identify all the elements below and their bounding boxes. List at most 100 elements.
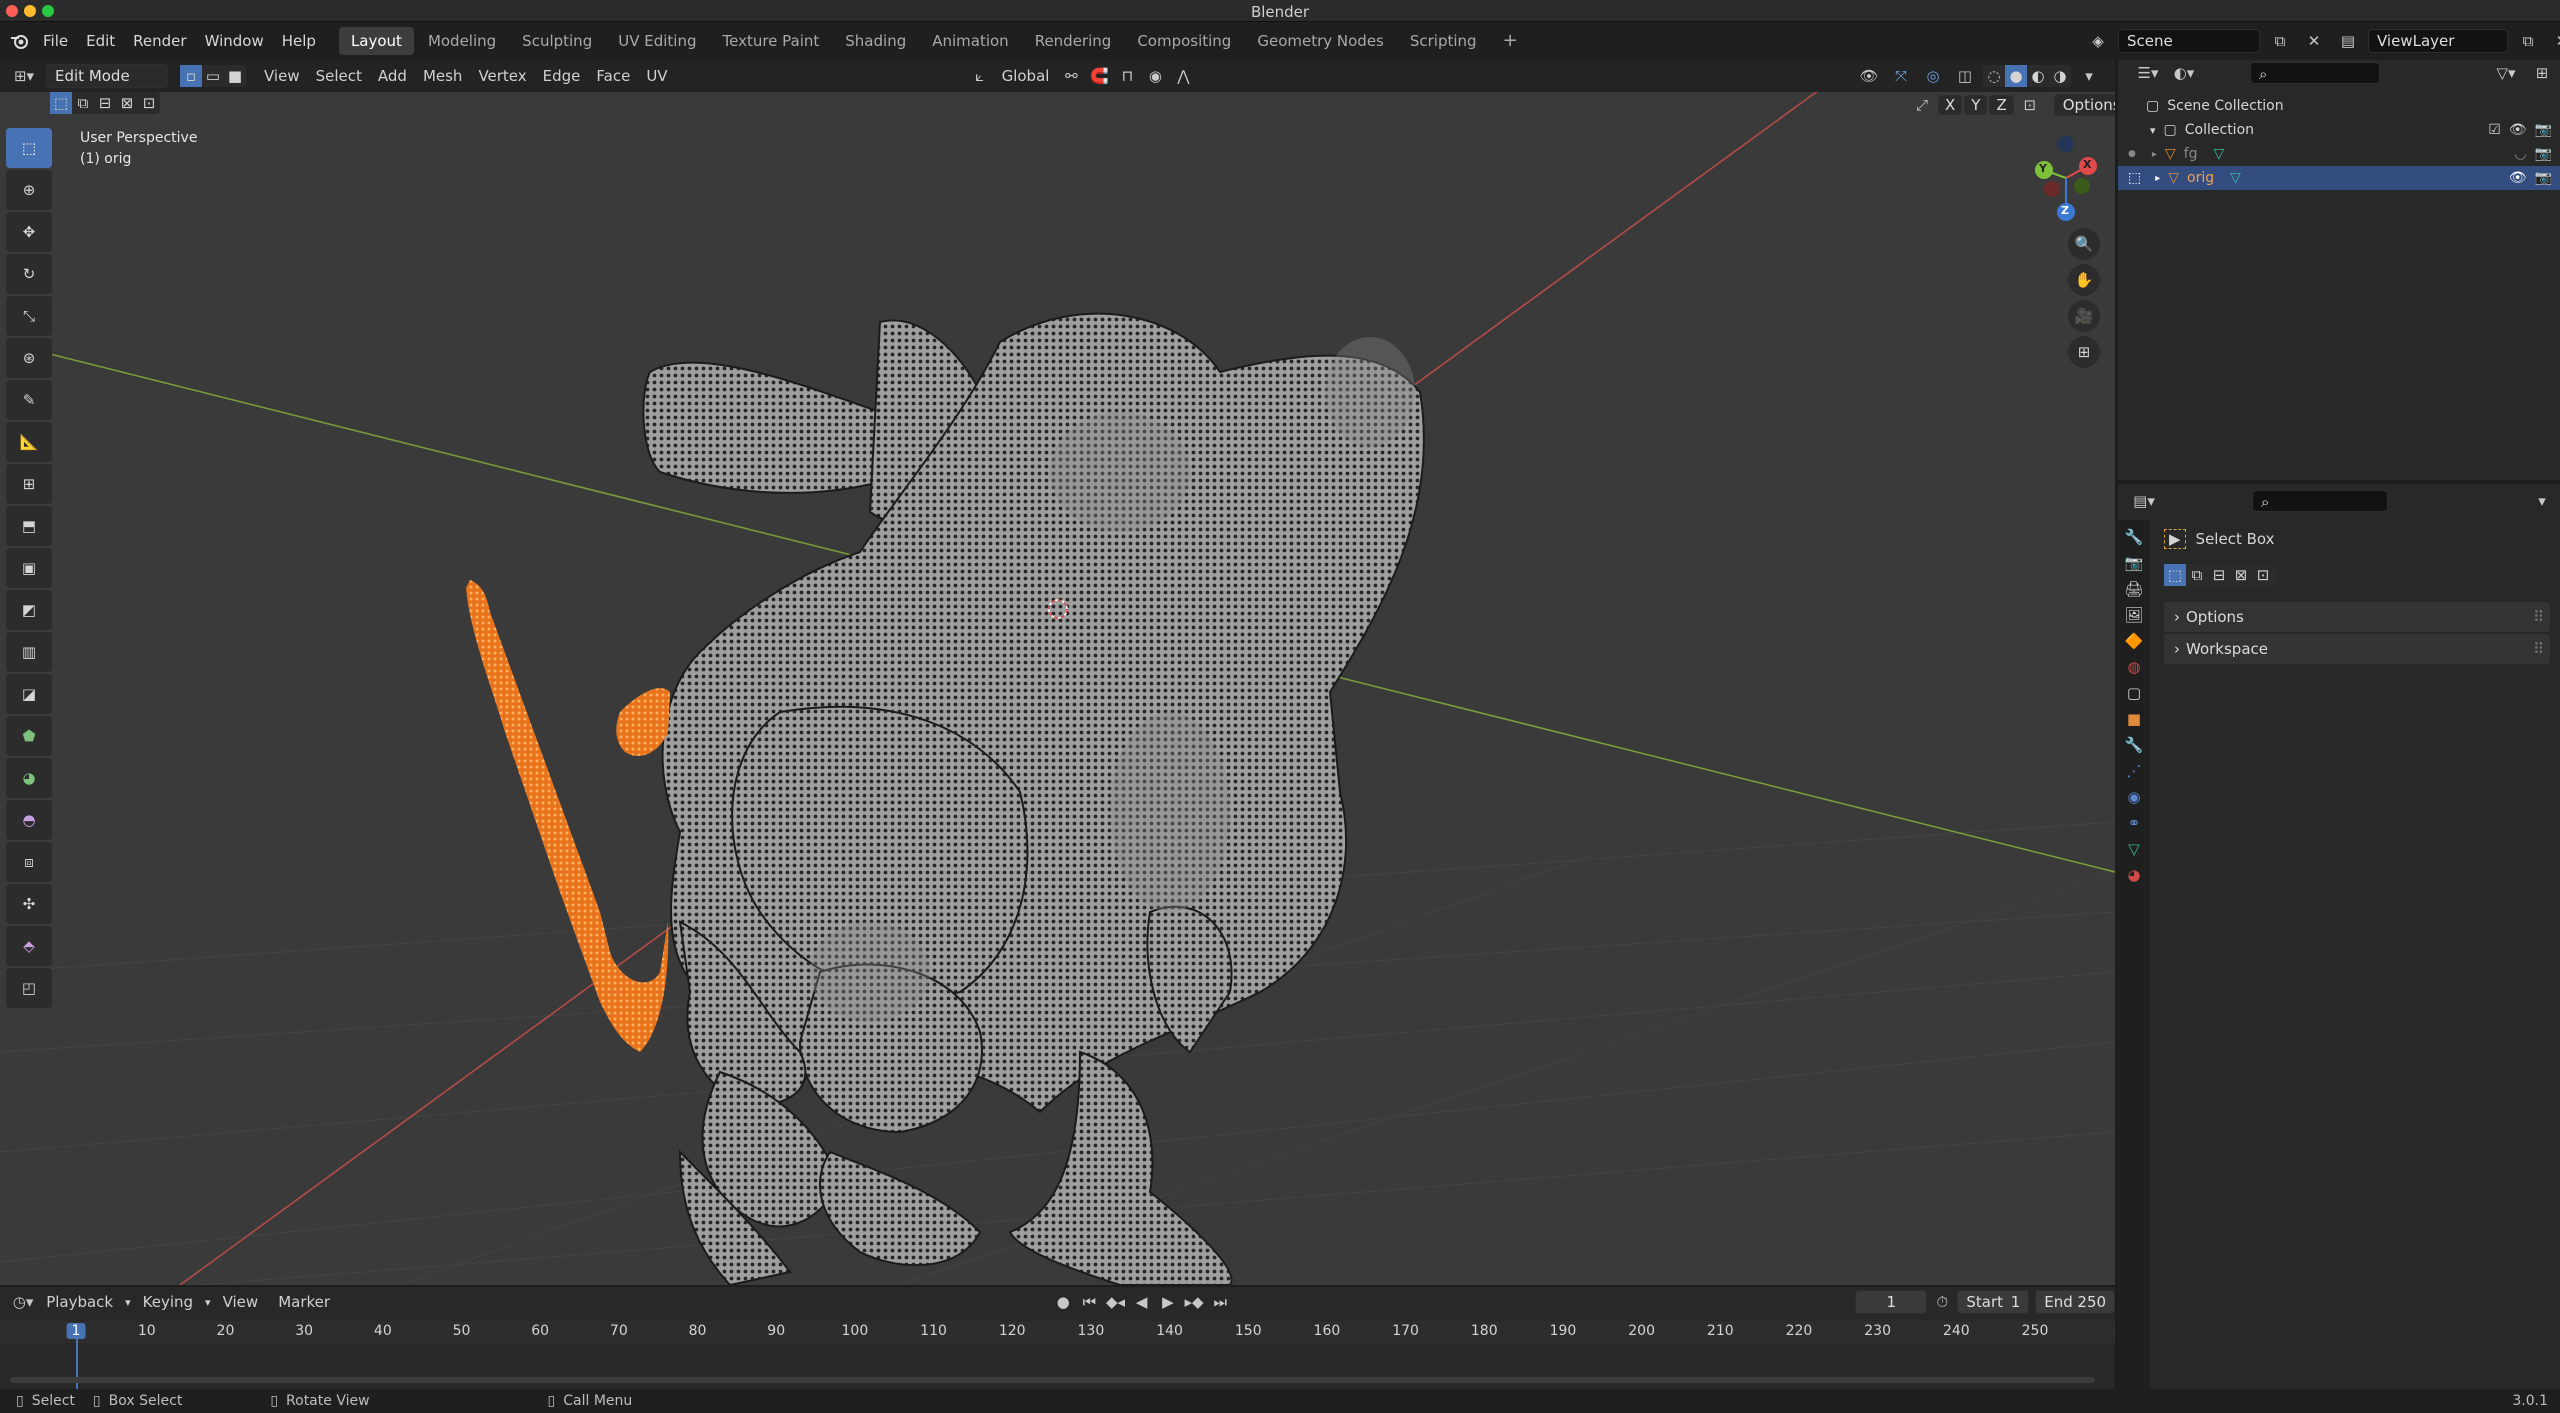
collapse-icon[interactable]: ▾ <box>2150 124 2156 137</box>
render-tab-icon[interactable]: 📷 <box>2125 554 2144 572</box>
scene-collection-row[interactable]: ▢ Scene Collection <box>2118 94 2560 118</box>
set-selection-icon[interactable]: ⬚ <box>2164 564 2186 586</box>
render-camera-icon[interactable]: 📷 <box>2535 122 2552 138</box>
jump-start-icon[interactable]: ⏮ <box>1078 1289 1100 1315</box>
knife-tool[interactable]: ◪ <box>6 674 52 714</box>
object-tab-icon[interactable]: ■ <box>2127 710 2141 728</box>
orientation-icon[interactable]: ⟀ <box>966 63 994 89</box>
new-view-layer-icon[interactable]: ⧉ <box>2514 28 2542 54</box>
hidden-eye-icon[interactable]: ◡ <box>2514 146 2526 162</box>
shear-tool[interactable]: ⬘ <box>6 926 52 966</box>
physics-tab-icon[interactable]: ◉ <box>2127 788 2140 806</box>
tab-texture-paint[interactable]: Texture Paint <box>710 27 831 55</box>
tab-scripting[interactable]: Scripting <box>1398 27 1489 55</box>
jump-end-icon[interactable]: ⏭ <box>1209 1289 1231 1315</box>
extend-selection-icon[interactable]: ⧉ <box>2186 564 2208 586</box>
prev-keyframe-icon[interactable]: ◆◂ <box>1104 1289 1126 1315</box>
subtract-selection-icon[interactable]: ⊟ <box>2208 564 2230 586</box>
mirror-x-toggle[interactable]: X <box>1938 95 1963 115</box>
drag-handle-icon[interactable]: ⠿ <box>2533 608 2544 626</box>
subtract-selection-icon[interactable]: ⊟ <box>94 92 116 114</box>
tab-modeling[interactable]: Modeling <box>416 27 508 55</box>
view-layer-tab-icon[interactable]: 🖼 <box>2124 606 2143 624</box>
annotate-tool[interactable]: ✎ <box>6 380 52 420</box>
menu-render[interactable]: Render <box>124 20 195 62</box>
loop-cut-tool[interactable]: ▥ <box>6 632 52 672</box>
menu-mesh[interactable]: Mesh <box>415 67 471 85</box>
constraints-tab-icon[interactable]: ⚭ <box>2128 814 2141 832</box>
collection-tab-icon[interactable]: ▢ <box>2127 684 2141 702</box>
visibility-eye-icon[interactable]: 👁 <box>2509 122 2527 138</box>
zoom-icon[interactable]: 🔍 <box>2068 228 2100 260</box>
vertex-select-icon[interactable]: ▫ <box>180 65 202 87</box>
modifier-tab-icon[interactable]: 🔧 <box>2125 736 2144 754</box>
menu-view[interactable]: View <box>256 67 308 85</box>
falloff-icon[interactable]: ⋀ <box>1169 63 1197 89</box>
menu-select[interactable]: Select <box>308 67 370 85</box>
bevel-tool[interactable]: ◩ <box>6 590 52 630</box>
expand-icon[interactable]: ▸ <box>2155 173 2160 184</box>
wireframe-shading-icon[interactable]: ◌ <box>1983 65 2005 87</box>
workspace-panel-header[interactable]: › Workspace ⠿ <box>2164 634 2550 664</box>
shrink-fatten-tool[interactable]: ✣ <box>6 884 52 924</box>
cursor-tool[interactable]: ⊕ <box>6 170 52 210</box>
selected-vertices[interactable] <box>466 580 670 1052</box>
end-frame-field[interactable]: End 250 <box>2035 1290 2116 1314</box>
filter-icon[interactable]: ▽▾ <box>2492 60 2520 86</box>
scene-field[interactable]: Scene <box>2118 29 2260 53</box>
menu-playback[interactable]: Playback <box>38 1293 121 1311</box>
timeline-scrollbar[interactable] <box>10 1377 2095 1383</box>
snap-icon[interactable]: 🧲 <box>1085 63 1113 89</box>
mirror-z-toggle[interactable]: Z <box>1989 95 2014 115</box>
next-keyframe-icon[interactable]: ▸◆ <box>1183 1289 1205 1315</box>
select-box-tool[interactable]: ⬚ <box>6 128 52 168</box>
properties-search-input[interactable]: ⌕ <box>2252 490 2388 512</box>
rendered-shading-icon[interactable]: ◑ <box>2049 65 2071 87</box>
rotate-tool[interactable]: ↻ <box>6 254 52 294</box>
add-workspace-button[interactable]: + <box>1491 27 1530 55</box>
edit-mode-dot-icon[interactable]: ● <box>2128 149 2136 159</box>
blender-logo-icon[interactable] <box>6 28 34 54</box>
particles-tab-icon[interactable]: ⋰ <box>2127 762 2142 780</box>
material-tab-icon[interactable]: ◕ <box>2127 866 2140 884</box>
overlay-toggle-icon[interactable]: ◎ <box>1919 63 1947 89</box>
xray-icon[interactable]: ◫ <box>1951 63 1979 89</box>
mirror-y-toggle[interactable]: Y <box>1964 95 1988 115</box>
tab-compositing[interactable]: Compositing <box>1125 27 1243 55</box>
properties-editor-icon[interactable]: ▤▾ <box>2130 488 2158 514</box>
delete-view-layer-icon[interactable]: ✕ <box>2548 28 2560 54</box>
auto-merge-icon[interactable]: ⊡ <box>2016 92 2044 118</box>
editor-type-icon[interactable]: ⊞▾ <box>10 63 38 89</box>
scene-icon[interactable]: ◈ <box>2084 28 2112 54</box>
output-tab-icon[interactable]: 🖨 <box>2124 580 2143 598</box>
menu-edit[interactable]: Edit <box>77 20 124 62</box>
edit-mode-icon[interactable]: ⬚ <box>2128 170 2141 186</box>
smooth-tool[interactable]: ◓ <box>6 800 52 840</box>
rip-region-tool[interactable]: ◰ <box>6 968 52 1008</box>
timeline-editor-icon[interactable]: ◷▾ <box>12 1289 34 1315</box>
render-camera-icon[interactable]: 📷 <box>2535 170 2552 186</box>
menu-timeline-view[interactable]: View <box>215 1293 267 1311</box>
tab-animation[interactable]: Animation <box>920 27 1020 55</box>
proportional-edit-icon[interactable]: ◉ <box>1141 63 1169 89</box>
measure-tool[interactable]: 📐 <box>6 422 52 462</box>
mode-dropdown[interactable]: Edit Mode <box>46 64 168 88</box>
add-cube-tool[interactable]: ⊞ <box>6 464 52 504</box>
set-selection-icon[interactable]: ⬚ <box>50 92 72 114</box>
orientation-dropdown[interactable]: Global <box>994 67 1058 85</box>
drag-handle-icon[interactable]: ⠿ <box>2533 640 2544 658</box>
extend-selection-icon[interactable]: ⧉ <box>72 92 94 114</box>
invert-selection-icon[interactable]: ⊠ <box>2230 564 2252 586</box>
play-reverse-icon[interactable]: ◀ <box>1131 1289 1153 1315</box>
exclude-checkbox[interactable]: ☑ <box>2488 122 2501 138</box>
extrude-tool[interactable]: ⬒ <box>6 506 52 546</box>
menu-add[interactable]: Add <box>370 67 415 85</box>
menu-uv[interactable]: UV <box>638 67 675 85</box>
options-panel-header[interactable]: › Options ⠿ <box>2164 602 2550 632</box>
ortho-grid-icon[interactable]: ⊞ <box>2068 336 2100 368</box>
intersect-selection-icon[interactable]: ⊡ <box>138 92 160 114</box>
scale-tool[interactable]: ⤡ <box>6 296 52 336</box>
display-mode-icon[interactable]: ◐▾ <box>2170 60 2198 86</box>
face-select-icon[interactable]: ■ <box>224 65 246 87</box>
snap-target-icon[interactable]: ⊓ <box>1113 63 1141 89</box>
